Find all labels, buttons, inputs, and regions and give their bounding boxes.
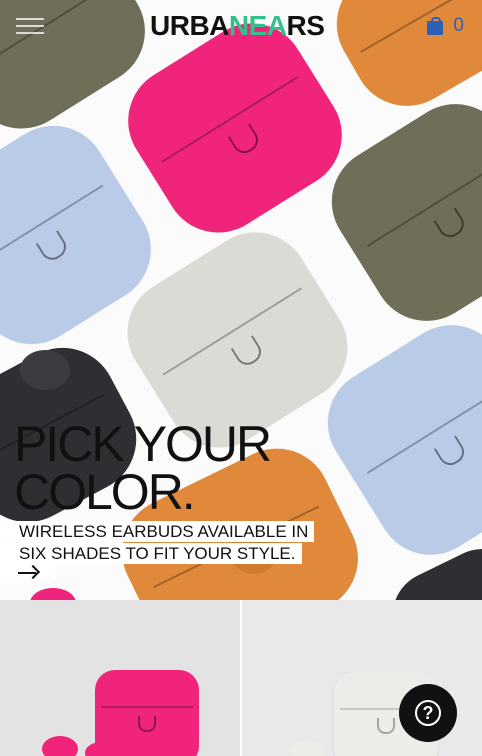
product-tile-pink[interactable] [0, 600, 240, 756]
shopping-bag-icon [427, 17, 444, 35]
hero-subtitle-line-1: WIRELESS EARBUDS AVAILABLE IN [0, 521, 315, 542]
cart-count: 0 [453, 15, 464, 36]
top-navigation-bar: URBANEARS 0 [0, 0, 482, 52]
hero-banner: URBANEARS 0 PICK YOUR COLOR. WIRELESS EA… [0, 0, 482, 600]
question-mark-icon: ? [415, 700, 441, 726]
help-button[interactable]: ? [399, 684, 457, 742]
brand-logo-accent: NEA [228, 10, 287, 41]
brand-logo-start: URBA [150, 10, 229, 41]
hero-headline: PICK YOUR COLOR. [14, 419, 272, 517]
earbud-pink-product-left [42, 736, 78, 756]
cart-button[interactable]: 0 [427, 14, 464, 38]
hero-headline-line-2: COLOR. [14, 464, 196, 520]
earbud-stone-product [290, 740, 324, 756]
hero-subtitle-line-2: SIX SHADES TO FIT YOUR STYLE. [0, 543, 302, 564]
earbud-case-pink-product [95, 670, 199, 756]
hamburger-menu-icon[interactable] [16, 16, 44, 36]
earbud-charcoal [20, 350, 70, 390]
hero-subtitle: WIRELESS EARBUDS AVAILABLE IN SIX SHADES… [0, 521, 320, 565]
brand-logo-end: RS [286, 10, 325, 41]
hero-cta-arrow-button[interactable] [0, 563, 56, 583]
brand-logo[interactable]: URBANEARS [150, 10, 332, 42]
earbud-pink [30, 588, 76, 600]
